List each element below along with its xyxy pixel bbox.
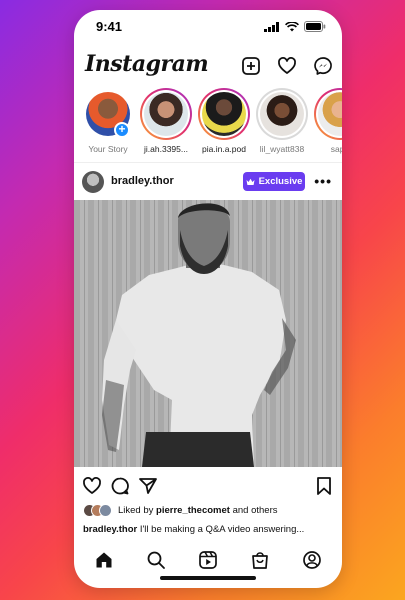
home-indicator <box>160 576 256 580</box>
story-label: lil_wyatt838 <box>259 144 305 154</box>
story-item[interactable]: lil_wyatt838 <box>254 88 310 154</box>
exclusive-badge[interactable]: Exclusive <box>243 172 305 191</box>
caption-text: I'll be making a Q&A video answering... <box>137 524 305 535</box>
heart-icon[interactable] <box>276 55 298 77</box>
post-actions <box>74 472 342 500</box>
post-username[interactable]: bradley.thor <box>111 175 174 187</box>
story-ring <box>198 88 250 140</box>
add-story-icon[interactable]: + <box>114 122 130 138</box>
story-item[interactable]: ji.ah.3395... <box>138 88 194 154</box>
post-photo[interactable] <box>74 200 342 467</box>
story-avatar <box>144 92 188 136</box>
header-actions <box>240 55 334 77</box>
divider <box>74 162 342 163</box>
signal-icon <box>264 21 279 32</box>
likes-prefix: Liked by <box>118 505 157 516</box>
bottom-nav <box>74 546 342 574</box>
status-icons <box>264 21 326 32</box>
story-item[interactable]: sapp <box>312 88 342 154</box>
battery-icon <box>304 21 326 32</box>
messenger-icon[interactable] <box>312 55 334 77</box>
stories-tray: + Your Story ji.ah.3395... pia.in.a.pod … <box>74 88 342 162</box>
story-label: sapp <box>330 144 342 154</box>
new-post-icon[interactable] <box>240 55 262 77</box>
likes-user[interactable]: pierre_thecomet <box>156 505 230 516</box>
bookmark-icon[interactable] <box>315 476 333 496</box>
crown-icon <box>246 178 255 185</box>
exclusive-label: Exclusive <box>258 176 303 187</box>
story-avatar <box>202 92 246 136</box>
post-header: bradley.thor Exclusive ••• <box>74 165 342 199</box>
phone-screen: 9:41 Instagram + Your Story ji.ah.3395..… <box>74 10 342 588</box>
like-icon[interactable] <box>82 476 102 496</box>
likes-row[interactable]: Liked by pierre_thecomet and others <box>74 503 342 519</box>
home-icon[interactable] <box>94 550 114 570</box>
status-bar: 9:41 <box>74 10 342 44</box>
story-label: ji.ah.3395... <box>144 144 188 154</box>
story-avatar <box>260 92 304 136</box>
story-label: pia.in.a.pod <box>202 144 246 154</box>
comment-icon[interactable] <box>110 476 130 496</box>
story-your-story[interactable]: + Your Story <box>80 88 136 154</box>
share-icon[interactable] <box>138 476 158 496</box>
story-label: Your Story <box>88 144 128 154</box>
search-icon[interactable] <box>146 550 166 570</box>
liked-by-avatars <box>83 504 113 518</box>
wifi-icon <box>285 21 299 31</box>
likes-suffix: and others <box>229 505 278 516</box>
status-time: 9:41 <box>96 19 123 34</box>
more-options-icon[interactable]: ••• <box>314 173 332 189</box>
story-avatar <box>318 92 342 136</box>
caption-username[interactable]: bradley.thor <box>83 524 137 535</box>
shop-icon[interactable] <box>250 550 270 570</box>
post-caption[interactable]: bradley.thor I'll be making a Q&A video … <box>83 524 335 535</box>
likes-text: Liked by pierre_thecomet and others <box>118 505 278 516</box>
reels-icon[interactable] <box>198 550 218 570</box>
instagram-logo[interactable]: Instagram <box>85 51 209 77</box>
story-ring <box>314 88 342 140</box>
story-ring <box>256 88 308 140</box>
app-header: Instagram <box>74 46 342 86</box>
story-ring <box>140 88 192 140</box>
profile-icon[interactable] <box>302 550 322 570</box>
story-item[interactable]: pia.in.a.pod <box>196 88 252 154</box>
post-avatar[interactable] <box>82 171 104 193</box>
liker-avatar <box>99 504 112 517</box>
